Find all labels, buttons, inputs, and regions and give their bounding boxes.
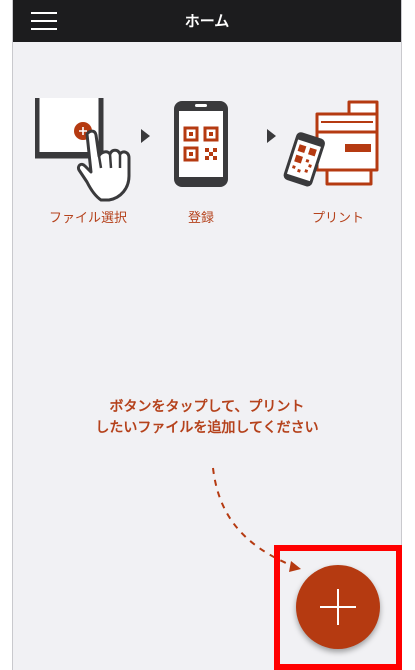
add-file-button[interactable] (296, 565, 380, 649)
